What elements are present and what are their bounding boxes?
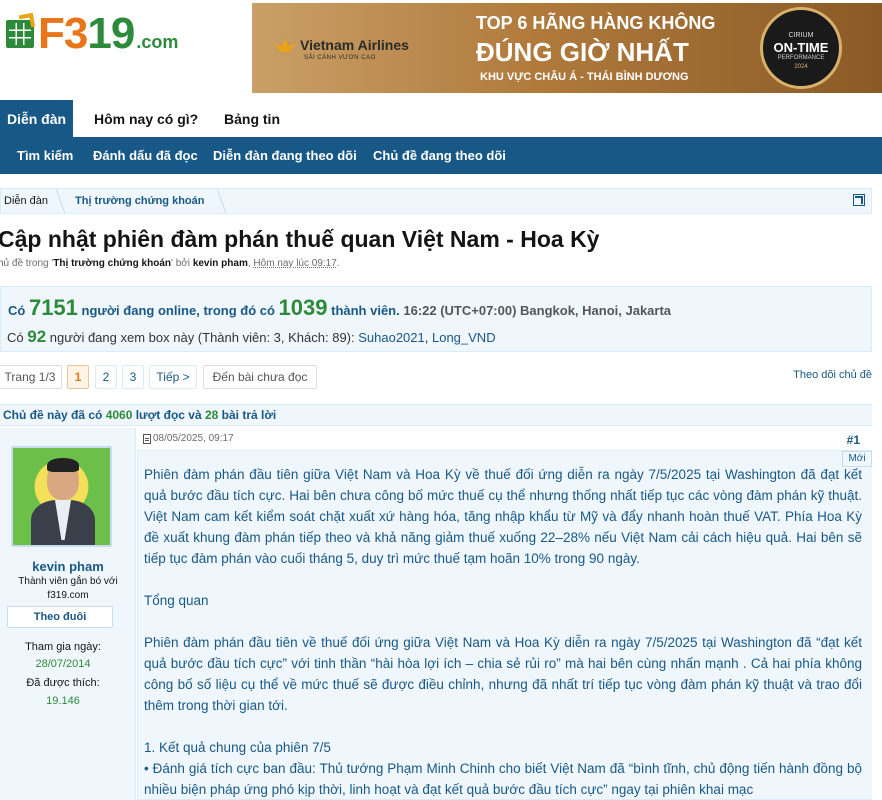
online-summary: Có 7151 người đang online, trong đó có 1… (8, 295, 672, 320)
page-button[interactable]: 2 (95, 365, 117, 389)
avatar[interactable] (11, 446, 112, 547)
follow-user-button[interactable]: Theo đuôi (7, 606, 113, 628)
online-box: Có 7151 người đang online, trong đó có 1… (0, 286, 872, 352)
post-paragraph: Phiên đàm phán đầu tiên về thuế đối ứng … (144, 635, 862, 713)
post-content: 08/05/2025, 09:17 #1 Phiên đàm phán đầu … (137, 428, 872, 800)
crumb-stock-market[interactable]: Thị trường chứng khoán (75, 189, 204, 213)
byline-author-link[interactable]: kevin pham (193, 258, 248, 269)
post-paragraph: Phiên đàm phán đầu tiên giữa Việt Nam và… (144, 467, 862, 566)
ontime-badge: CIRIUM ON-TIME PERFORMANCE 2024 (760, 7, 842, 89)
tab-forum[interactable]: Diễn đàn (0, 100, 73, 138)
site-header: F319 .com Vietnam Airlines SẢI CÁNH VƯƠN… (0, 0, 882, 100)
banner-line3: KHU VỰC CHÂU Á - THÁI BÌNH DƯƠNG (480, 71, 689, 83)
document-icon (143, 433, 151, 444)
lotus-icon (274, 38, 296, 52)
page-button[interactable]: 3 (122, 365, 144, 389)
popout-icon[interactable] (853, 194, 865, 206)
post-body: Phiên đàm phán đầu tiên giữa Việt Nam và… (137, 450, 872, 800)
byline-time: Hôm nay lúc 09:17 (253, 258, 337, 269)
post-author-panel: kevin pham Thành viên gắn bó với f319.com… (0, 428, 136, 800)
follow-thread-link[interactable]: Theo dõi chủ đề (793, 369, 872, 381)
tab-news[interactable]: Bảng tin (224, 100, 280, 138)
site-logo[interactable]: F319 .com (6, 12, 178, 56)
post-paragraph: Tổng quan (144, 593, 209, 608)
likes-label: Đã được thích: (26, 677, 100, 689)
thread-byline: hủ đề trong 'Thị trường chứng khoán' bởi… (0, 258, 340, 269)
logo-domain: .com (136, 31, 179, 52)
post-date: 08/05/2025, 09:17 (143, 433, 234, 444)
banner-line1: TOP 6 HÃNG HÀNG KHÔNG (476, 13, 716, 33)
new-post-badge: Mới (842, 451, 872, 467)
banner-line2: ĐÚNG GIỜ NHẤT (476, 37, 689, 67)
banner-airline: Vietnam Airlines SẢI CÁNH VƯƠN CAO (274, 37, 409, 61)
ad-banner[interactable]: Vietnam Airlines SẢI CÁNH VƯƠN CAO TOP 6… (252, 3, 882, 93)
author-name[interactable]: kevin pham (0, 559, 136, 574)
goto-unread-button[interactable]: Đến bài chưa đọc (203, 365, 317, 389)
joined-date: 28/07/2014 (35, 658, 91, 670)
tab-today[interactable]: Hôm nay có gì? (94, 100, 198, 138)
thread-stats: Chủ đề này đã có 4060 lượt đọc và 28 bài… (0, 404, 872, 426)
next-page-button[interactable]: Tiếp > (149, 365, 197, 389)
page-button[interactable]: 1 (67, 365, 89, 389)
subnav-watched-forums[interactable]: Diễn đàn đang theo dõi (213, 138, 357, 174)
post-paragraph: 1. Kết quả chung của phiên 7/5 (144, 740, 331, 755)
joined-label: Tham gia ngày: (25, 641, 101, 653)
sub-nav: Tìm kiếm Đánh dấu đã đọc Diễn đàn đang t… (0, 138, 882, 174)
logo-chart-icon (6, 12, 36, 48)
post-paragraph: • Đánh giá tích cực ban đầu: Thủ tướng P… (144, 761, 862, 797)
likes-count: 19.146 (46, 695, 80, 707)
viewer-link[interactable]: Long_VND (432, 330, 496, 345)
subnav-search[interactable]: Tìm kiếm (17, 138, 73, 174)
byline-forum-link[interactable]: Thị trường chứng khoán (53, 258, 171, 269)
subnav-watched-threads[interactable]: Chủ đề đang theo dõi (373, 138, 506, 174)
subnav-mark-read[interactable]: Đánh dấu đã đọc (93, 138, 198, 174)
breadcrumb: Diễn đàn Thị trường chứng khoán (0, 188, 872, 214)
crumb-forum[interactable]: Diễn đàn (4, 189, 48, 213)
author-title: Thành viên gắn bó với f319.com (18, 576, 118, 601)
thread-title: Cập nhật phiên đàm phán thuế quan Việt N… (0, 226, 600, 252)
page-of-label: Trang 1/3 (0, 365, 62, 389)
post-number-link[interactable]: #1 (847, 433, 860, 447)
box-viewers: Có 92 người đang xem box này (Thành viên… (7, 327, 496, 346)
logo-wordmark: F319 (38, 9, 135, 58)
viewer-link[interactable]: Suhao2021 (358, 330, 425, 345)
main-nav: Diễn đàn Hôm nay có gì? Bảng tin (0, 100, 882, 138)
